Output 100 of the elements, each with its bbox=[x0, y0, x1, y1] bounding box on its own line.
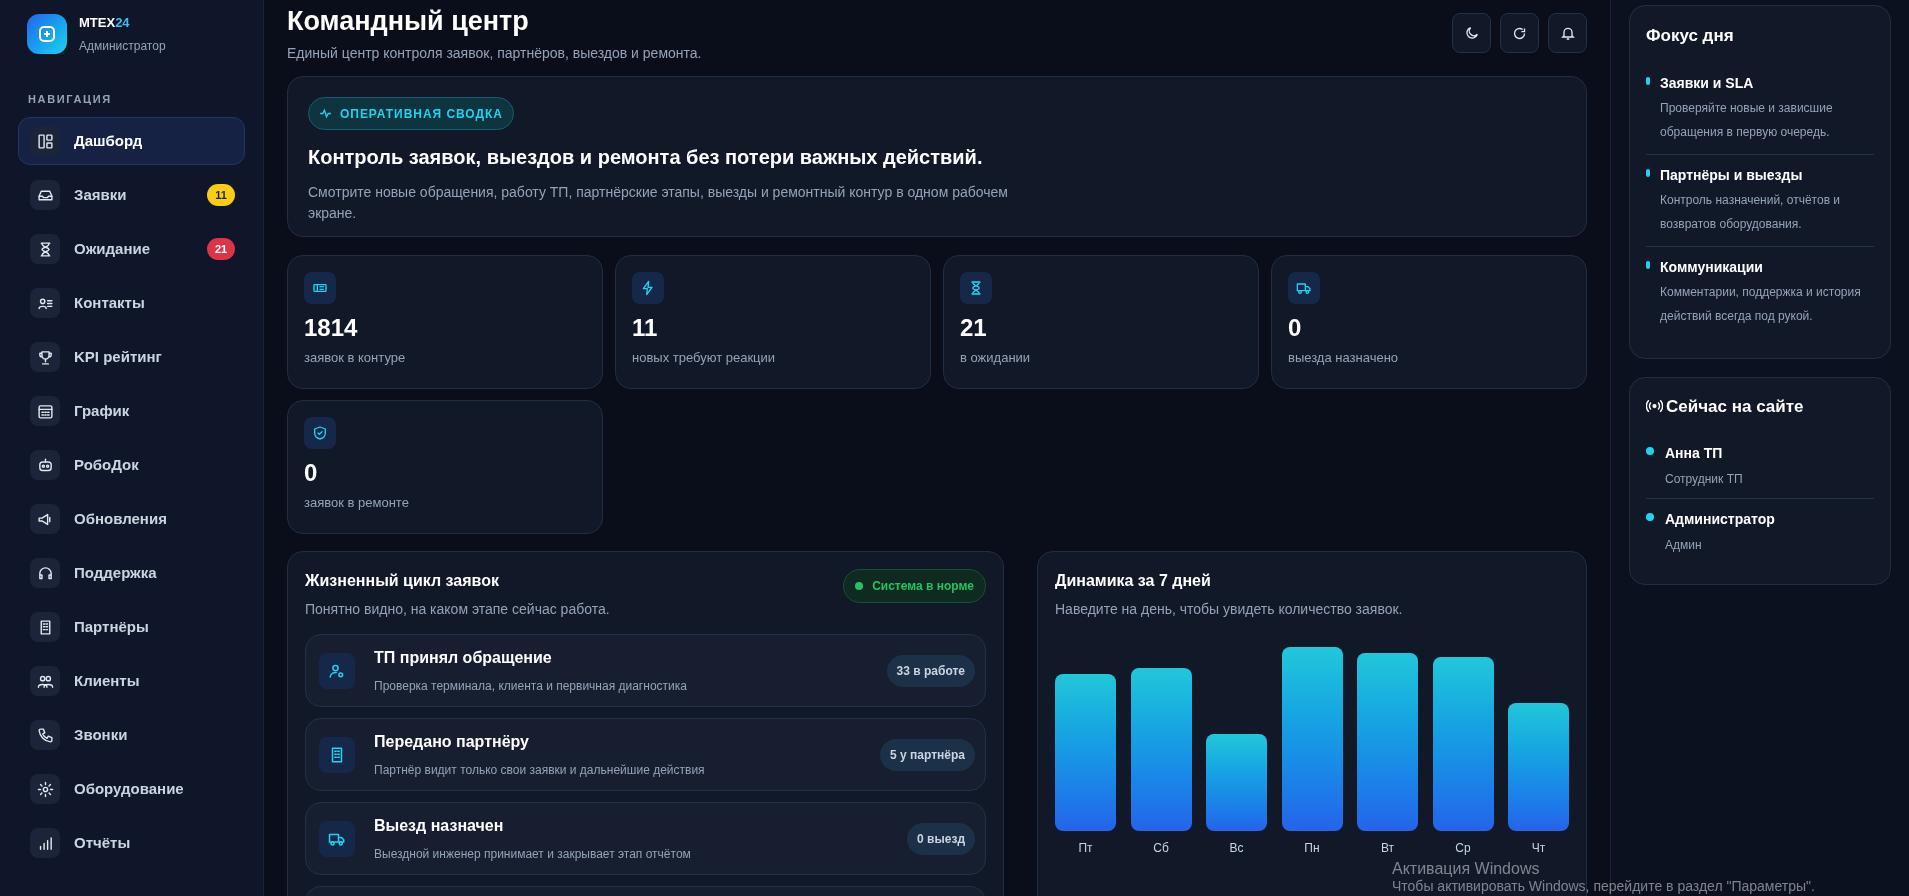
nav-item[interactable]: Дашборд bbox=[18, 117, 245, 165]
hourglass-icon bbox=[960, 272, 992, 304]
stage-description: Выездной инженер принимает и закрывает этап отчётом bbox=[374, 846, 691, 863]
building-icon bbox=[30, 612, 60, 642]
day-label: Вс bbox=[1229, 840, 1244, 857]
focus-title: Фокус дня bbox=[1646, 25, 1734, 47]
refresh-icon bbox=[1512, 25, 1527, 41]
activation-notice-title: Активация Windows bbox=[1392, 860, 1540, 877]
stat-label: выезда назначено bbox=[1288, 349, 1399, 367]
page-subtitle: Единый центр контроля заявок, партнёров, выездов и ремонта. bbox=[287, 44, 702, 63]
tray-icon bbox=[30, 180, 60, 210]
focus-item-text: Комментарии, поддержка и история действий всегда под рукой. bbox=[1660, 283, 1862, 325]
trophy-icon bbox=[30, 342, 60, 372]
stat-value: 11 bbox=[632, 313, 658, 343]
bullet-icon bbox=[1646, 260, 1650, 269]
focus-item-title: Коммуникации bbox=[1660, 257, 1763, 277]
nav-item[interactable]: Заявки 11 bbox=[18, 171, 245, 219]
user-name: Анна ТП bbox=[1665, 444, 1723, 463]
stage-title: Выезд назначен bbox=[374, 816, 504, 836]
dynamics-subtitle: Наведите на день, чтобы увидеть количество заявок. bbox=[1055, 600, 1403, 619]
day-label: Пн bbox=[1304, 840, 1320, 857]
logo-icon bbox=[27, 13, 67, 54]
focus-item-text: Проверяйте новые и зависшие обращения в первую очередь. bbox=[1660, 99, 1834, 141]
hero-text: Смотрите новые обращения, работу ТП, партнёрские этапы, выезды и ремонтный контур в одном рабочем экране. bbox=[308, 183, 1008, 223]
moon-icon bbox=[1463, 25, 1480, 41]
bullet-icon bbox=[1646, 76, 1650, 85]
stat-label: новых требуют реакции bbox=[632, 349, 776, 367]
nav-item[interactable]: Отчёты bbox=[18, 819, 245, 867]
system-status-badge: Система в норме bbox=[843, 569, 986, 603]
layout-icon bbox=[30, 126, 60, 156]
focus-item-title: Партнёры и выезды bbox=[1660, 165, 1803, 185]
user-gear-icon bbox=[319, 652, 355, 689]
activation-notice-text: Чтобы активировать Windows, перейдите в раздел "Параметры". bbox=[1392, 878, 1815, 894]
nav-item[interactable]: Ожидание 21 bbox=[18, 225, 245, 273]
refresh-button[interactable] bbox=[1500, 13, 1539, 53]
phone-icon bbox=[30, 720, 60, 750]
nav-item[interactable]: Поддержка bbox=[18, 549, 245, 597]
bell-icon bbox=[1559, 25, 1576, 41]
brand-name: MTEX24 bbox=[79, 14, 131, 32]
stat-value: 0 bbox=[1288, 313, 1302, 343]
nav-item[interactable]: Обновления bbox=[18, 495, 245, 543]
stage-description: Проверка терминала, клиента и первичная диагностика bbox=[374, 678, 687, 695]
summary-tag: ОПЕРАТИВНАЯ СВОДКА bbox=[308, 97, 514, 130]
bullet-icon bbox=[1646, 168, 1650, 177]
user-role: Админ bbox=[1665, 537, 1702, 554]
online-title: Сейчас на сайте bbox=[1666, 395, 1804, 418]
users-icon bbox=[30, 666, 60, 696]
chart-bar[interactable] bbox=[1130, 668, 1192, 831]
stage-count-badge: 5 у партнёра bbox=[880, 738, 975, 771]
pulse-icon bbox=[319, 107, 332, 120]
count-badge: 11 bbox=[207, 184, 235, 206]
stat-label: заявок в ремонте bbox=[304, 494, 409, 512]
user-role: Администратор bbox=[79, 37, 166, 55]
broadcast-icon bbox=[1646, 399, 1663, 414]
day-label: Вт bbox=[1380, 840, 1395, 857]
calendar-icon bbox=[30, 396, 60, 426]
hourglass-icon bbox=[30, 234, 60, 264]
nav-item[interactable]: Контакты bbox=[18, 279, 245, 327]
stat-label: в ожидании bbox=[960, 349, 1031, 367]
page-title: Командный центр bbox=[287, 5, 529, 38]
truck-icon bbox=[319, 820, 355, 857]
nav-item[interactable]: Партнёры bbox=[18, 603, 245, 651]
contact-card-icon bbox=[30, 288, 60, 318]
nav-item[interactable]: График bbox=[18, 387, 245, 435]
day-label: Сб bbox=[1153, 840, 1169, 857]
count-badge: 21 bbox=[207, 238, 235, 260]
focus-item-text: Контроль назначений, отчётов и возвратов оборудования. bbox=[1660, 191, 1842, 233]
stat-value: 21 bbox=[960, 313, 987, 343]
lifecycle-subtitle: Понятно видно, на каком этапе сейчас работа. bbox=[305, 600, 610, 619]
lightning-icon bbox=[632, 272, 664, 304]
dynamics-title: Динамика за 7 дней bbox=[1055, 571, 1211, 591]
user-name: Администратор bbox=[1665, 510, 1775, 529]
stat-value: 0 bbox=[304, 458, 318, 488]
gear-icon bbox=[30, 774, 60, 804]
stat-label: заявок в контуре bbox=[304, 349, 406, 367]
nav-item[interactable]: Звонки bbox=[18, 711, 245, 759]
megaphone-icon bbox=[30, 504, 60, 534]
nav-item[interactable]: Оборудование bbox=[18, 765, 245, 813]
chart-bar[interactable] bbox=[1432, 657, 1494, 831]
day-label: Пт bbox=[1078, 840, 1093, 857]
focus-item-title: Заявки и SLA bbox=[1660, 73, 1754, 93]
user-role: Сотрудник ТП bbox=[1665, 471, 1743, 488]
lifecycle-title: Жизненный цикл заявок bbox=[305, 571, 499, 591]
building-icon bbox=[319, 736, 355, 773]
stage-count-badge: 0 выезд bbox=[907, 822, 975, 855]
stage-title: ТП принял обращение bbox=[374, 648, 552, 668]
robot-icon bbox=[30, 450, 60, 480]
nav-item[interactable]: РобоДок bbox=[18, 441, 245, 489]
nav-item[interactable]: Клиенты bbox=[18, 657, 245, 705]
nav-heading: НАВИГАЦИЯ bbox=[27, 91, 112, 107]
hero-title: Контроль заявок, выездов и ремонта без потери важных действий. bbox=[308, 145, 983, 170]
chart-bar[interactable] bbox=[1281, 647, 1343, 831]
bar-chart-icon bbox=[30, 828, 60, 858]
day-label: Чт bbox=[1531, 840, 1546, 857]
stat-value: 1814 bbox=[304, 313, 358, 343]
theme-button[interactable] bbox=[1452, 13, 1491, 53]
ticket-icon bbox=[304, 272, 336, 304]
stage-title: Передано партнёру bbox=[374, 732, 529, 752]
notifications-button[interactable] bbox=[1548, 13, 1587, 53]
nav-item[interactable]: KPI рейтинг bbox=[18, 333, 245, 381]
